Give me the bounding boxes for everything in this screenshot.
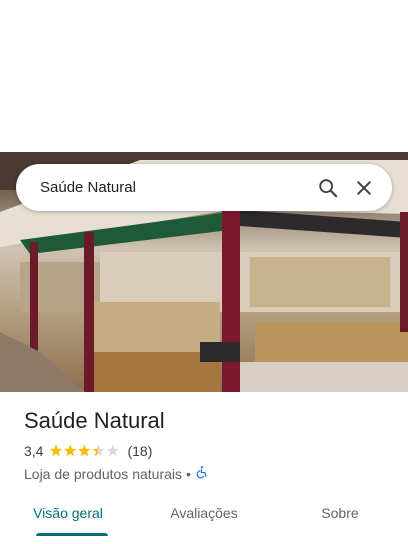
tab-label: Avaliações — [170, 505, 238, 521]
search-input[interactable]: Saúde Natural — [40, 179, 310, 196]
place-name: Saúde Natural — [24, 408, 165, 433]
star-icon — [50, 444, 63, 457]
star-icon — [106, 444, 120, 457]
reviews-count: (18) — [127, 443, 153, 459]
tab-label: Sobre — [321, 505, 359, 521]
rating-value: 3,4 — [24, 443, 44, 459]
rating-stars — [49, 444, 121, 458]
rating-row[interactable]: 3,4 (18) — [24, 443, 152, 459]
star-icon — [50, 444, 120, 457]
tab-label: Visão geral — [33, 505, 103, 521]
close-icon[interactable] — [346, 170, 382, 206]
active-tab-indicator — [36, 533, 108, 536]
place-tabs: Visão geral Avaliações Sobre — [0, 500, 408, 544]
tab-visao-geral[interactable]: Visão geral — [0, 500, 136, 544]
star-icon — [92, 444, 106, 457]
accessibility-icon — [195, 465, 209, 482]
place-category: Loja de produtos naturais — [24, 465, 182, 482]
star-icon — [64, 444, 77, 457]
tab-avaliacoes[interactable]: Avaliações — [136, 500, 272, 544]
search-icon[interactable] — [310, 170, 346, 206]
star-icon — [78, 444, 92, 457]
category-row: Loja de produtos naturais • — [24, 465, 209, 482]
tab-sobre[interactable]: Sobre — [272, 500, 408, 544]
separator: • — [186, 465, 191, 482]
search-bar[interactable]: Saúde Natural — [16, 164, 392, 211]
